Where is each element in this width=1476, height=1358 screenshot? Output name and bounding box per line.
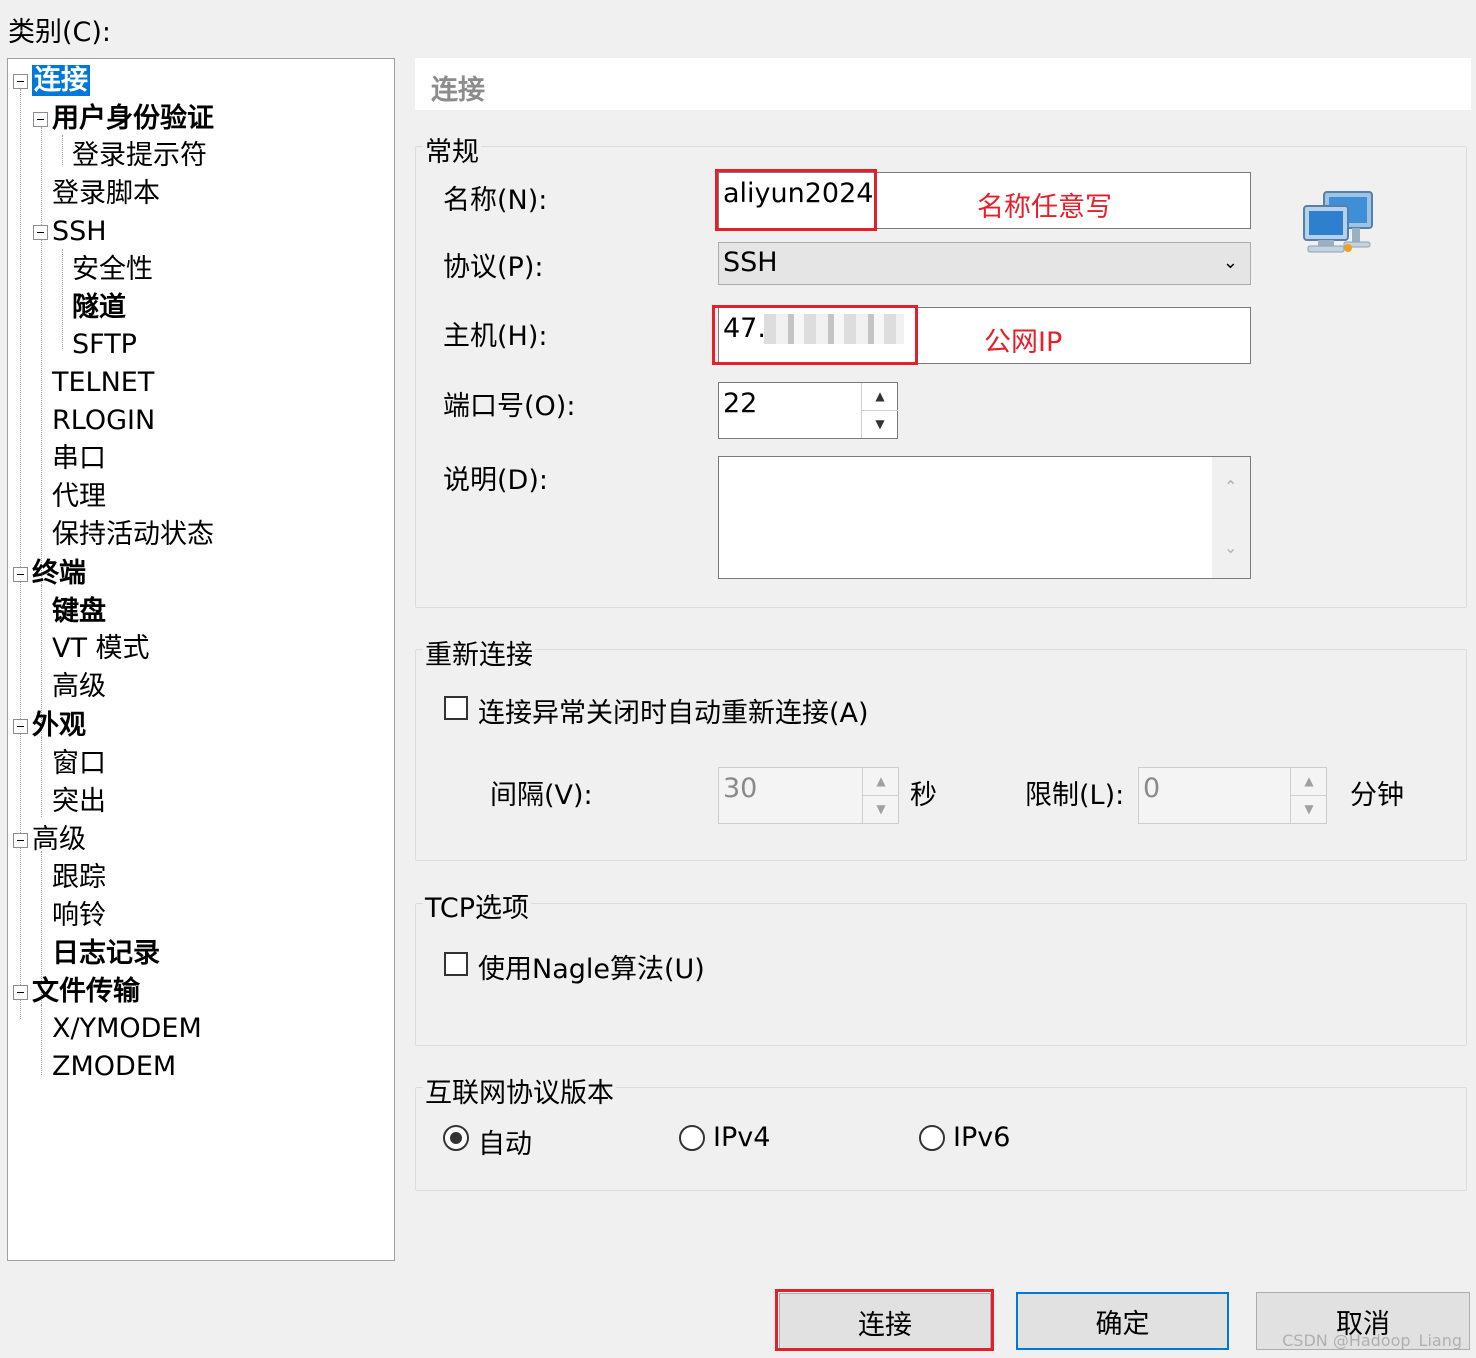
limit-label: 限制(L): xyxy=(1025,780,1125,811)
scroll-down-icon[interactable]: ⌄ xyxy=(1224,530,1237,566)
tree-item-serial[interactable]: 串口 xyxy=(52,441,106,477)
ip-auto-label[interactable]: 自动 xyxy=(478,1122,532,1161)
section-header: 连接 xyxy=(415,58,1471,110)
tree-item-keyboard[interactable]: 键盘 xyxy=(52,594,106,630)
general-group-title: 常规 xyxy=(423,130,481,169)
interval-value: 30 xyxy=(723,773,758,804)
tree-item-vt-mode[interactable]: VT 模式 xyxy=(52,631,150,667)
reconnect-group-title: 重新连接 xyxy=(423,633,535,672)
tree-item-keepalive[interactable]: 保持活动状态 xyxy=(52,517,214,553)
collapse-icon[interactable] xyxy=(13,74,28,89)
tree-item-sftp[interactable]: SFTP xyxy=(72,327,137,363)
tree-item-terminal[interactable]: 终端 xyxy=(32,556,86,592)
scroll-up-icon[interactable]: ⌃ xyxy=(1224,469,1237,505)
nagle-label[interactable]: 使用Nagle算法(U) xyxy=(478,947,705,986)
tree-item-tunnel[interactable]: 隧道 xyxy=(72,290,126,326)
name-label: 名称(N): xyxy=(443,185,548,216)
interval-label: 间隔(V): xyxy=(490,780,593,811)
tree-item-connection[interactable]: 连接 xyxy=(32,63,90,99)
tree-item-appearance[interactable]: 外观 xyxy=(32,708,86,744)
tree-item-trace[interactable]: 跟踪 xyxy=(52,860,106,896)
tree-item-bell[interactable]: 响铃 xyxy=(52,898,106,934)
protocol-select[interactable]: SSH ⌄ xyxy=(718,242,1251,285)
tree-item-proxy[interactable]: 代理 xyxy=(52,479,106,515)
collapse-icon[interactable] xyxy=(13,719,28,734)
tree-item-ssh[interactable]: SSH xyxy=(52,214,107,250)
limit-input[interactable]: 0 ▲ ▼ xyxy=(1138,767,1327,824)
tree-line xyxy=(62,135,63,165)
tree-item-file-transfer[interactable]: 文件传输 xyxy=(32,974,140,1010)
interval-unit: 秒 xyxy=(910,780,937,811)
port-spinner[interactable]: ▲ ▼ xyxy=(861,383,898,439)
ipv4-radio[interactable] xyxy=(679,1125,705,1151)
spin-down-icon[interactable]: ▼ xyxy=(862,411,898,439)
tree-item-telnet[interactable]: TELNET xyxy=(52,365,154,401)
tree-item-auth[interactable]: 用户身份验证 xyxy=(52,101,214,137)
host-highlight-box xyxy=(712,305,918,365)
tree-line xyxy=(41,127,42,587)
tree-item-logging[interactable]: 日志记录 xyxy=(52,936,160,972)
port-value: 22 xyxy=(723,388,758,419)
auto-reconnect-checkbox[interactable] xyxy=(444,696,468,720)
description-textarea[interactable]: ⌃ ⌄ xyxy=(718,456,1251,579)
ok-button-label: 确定 xyxy=(1095,1308,1150,1340)
collapse-icon[interactable] xyxy=(13,567,28,582)
tree-item-xymodem[interactable]: X/YMODEM xyxy=(52,1011,202,1047)
collapse-icon[interactable] xyxy=(13,833,28,848)
chevron-down-icon: ⌄ xyxy=(1222,252,1238,273)
limit-value: 0 xyxy=(1143,773,1161,804)
tree-item-login-prompt[interactable]: 登录提示符 xyxy=(72,138,207,174)
ipv4-label[interactable]: IPv4 xyxy=(713,1122,770,1153)
limit-unit: 分钟 xyxy=(1350,780,1404,811)
connect-highlight-box xyxy=(775,1289,994,1351)
tree-line xyxy=(62,249,63,349)
ipv6-radio[interactable] xyxy=(919,1125,945,1151)
interval-input[interactable]: 30 ▲ ▼ xyxy=(718,767,899,824)
tree-item-rlogin[interactable]: RLOGIN xyxy=(52,403,155,439)
collapse-icon[interactable] xyxy=(33,112,48,127)
tree-item-zmodem[interactable]: ZMODEM xyxy=(52,1049,176,1085)
description-label: 说明(D): xyxy=(443,465,548,496)
tree-item-terminal-advanced[interactable]: 高级 xyxy=(52,669,106,705)
category-label: 类别(C): xyxy=(8,17,112,48)
host-label: 主机(H): xyxy=(443,321,548,352)
protocol-value: SSH xyxy=(723,247,778,278)
tree-line xyxy=(41,1005,42,1075)
tree-line xyxy=(41,737,42,817)
tree-item-security[interactable]: 安全性 xyxy=(72,252,153,288)
tree-item-advanced[interactable]: 高级 xyxy=(32,822,86,858)
category-tree[interactable]: 连接 用户身份验证 登录提示符 登录脚本 SSH 安全性 隧道 SFTP TEL… xyxy=(7,58,395,1261)
ip-version-group-title: 互联网协议版本 xyxy=(423,1071,616,1110)
spin-down-icon[interactable]: ▼ xyxy=(863,796,899,824)
auto-reconnect-label[interactable]: 连接异常关闭时自动重新连接(A) xyxy=(478,691,869,730)
tree-item-window[interactable]: 窗口 xyxy=(52,746,106,782)
ipv6-label[interactable]: IPv6 xyxy=(953,1122,1010,1153)
protocol-label: 协议(P): xyxy=(443,252,544,283)
section-title: 连接 xyxy=(431,75,485,106)
tree-item-login-script[interactable]: 登录脚本 xyxy=(52,176,160,212)
computer-network-icon xyxy=(1300,188,1380,260)
tree-item-highlight[interactable]: 突出 xyxy=(52,784,106,820)
port-label: 端口号(O): xyxy=(443,391,576,422)
ok-button[interactable]: 确定 xyxy=(1016,1292,1229,1350)
port-input[interactable]: 22 ▲ ▼ xyxy=(718,382,898,439)
ip-auto-radio[interactable] xyxy=(443,1125,469,1151)
name-annotation: 名称任意写 xyxy=(977,192,1112,223)
spin-down-icon[interactable]: ▼ xyxy=(1291,796,1327,824)
host-annotation: 公网IP xyxy=(984,327,1063,358)
description-scrollbar[interactable]: ⌃ ⌄ xyxy=(1212,457,1250,578)
limit-spinner[interactable]: ▲ ▼ xyxy=(1290,768,1327,824)
tree-line xyxy=(20,89,21,1019)
name-highlight-box xyxy=(715,169,877,231)
nagle-checkbox[interactable] xyxy=(444,952,468,976)
interval-spinner[interactable]: ▲ ▼ xyxy=(862,768,899,824)
tcp-group-title: TCP选项 xyxy=(423,886,532,925)
watermark: CSDN @Hadoop_Liang xyxy=(1282,1331,1462,1350)
collapse-icon[interactable] xyxy=(13,985,28,1000)
collapse-icon[interactable] xyxy=(33,225,48,240)
